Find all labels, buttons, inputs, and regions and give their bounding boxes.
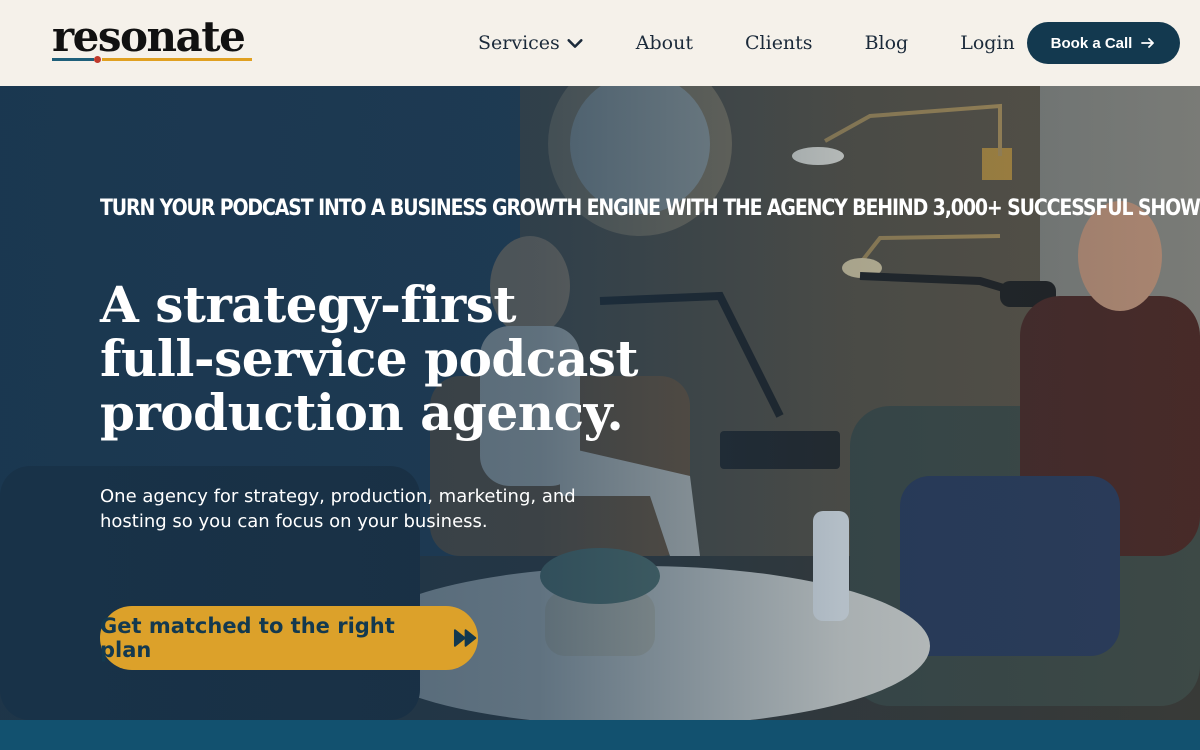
fast-forward-icon (453, 629, 477, 647)
logo-dot (94, 56, 101, 63)
nav-clients[interactable]: Clients (745, 32, 813, 54)
bottom-section-edge (0, 720, 1200, 750)
get-matched-button[interactable]: Get matched to the right plan (100, 606, 478, 670)
nav-blog[interactable]: Blog (865, 32, 909, 54)
nav-services-label: Services (478, 32, 560, 54)
logo-wordmark: resonate (52, 12, 246, 61)
book-a-call-button[interactable]: Book a Call (1027, 22, 1180, 64)
chevron-down-icon (567, 39, 583, 48)
get-matched-label: Get matched to the right plan (100, 614, 395, 662)
logo-underline-blue (52, 58, 94, 61)
nav-services[interactable]: Services (478, 32, 584, 54)
site-header: resonate Services About Clients Blog Log… (0, 0, 1200, 86)
logo[interactable]: resonate (52, 14, 254, 66)
hero-headline: A strategy-first full-service podcast pr… (100, 275, 638, 442)
arrow-right-icon (1141, 38, 1155, 48)
main-nav: Services About Clients Blog Login (478, 0, 1015, 86)
book-a-call-label: Book a Call (1050, 34, 1133, 52)
nav-login[interactable]: Login (960, 32, 1015, 54)
hero-subtext: One agency for strategy, production, mar… (100, 486, 576, 532)
hero-section: TURN YOUR PODCAST INTO A BUSINESS GROWTH… (0, 86, 1200, 720)
logo-underline-gold (102, 58, 252, 61)
nav-about[interactable]: About (636, 32, 693, 54)
hero-eyebrow: TURN YOUR PODCAST INTO A BUSINESS GROWTH… (100, 196, 1200, 221)
